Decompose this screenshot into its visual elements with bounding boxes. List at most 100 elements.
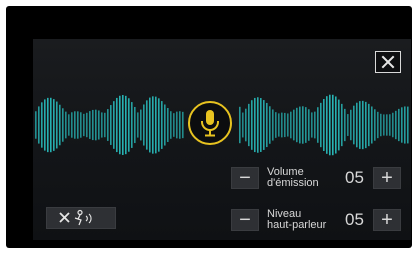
speaker-level-label-line2: haut-parleur [267,219,327,231]
mute-speaking-icon [59,209,92,226]
transmit-volume-increase-button[interactable]: + [373,167,401,189]
waveform-bar [260,98,262,152]
waveform-bar [320,102,322,148]
waveform-bar [122,95,124,155]
waveform-bar [71,112,73,138]
waveform-bar [275,112,277,138]
waveform-bar [125,95,127,155]
speaker-level-decrease-button[interactable]: − [231,209,259,231]
waveform-bar [89,111,91,139]
waveform-bar [401,107,403,143]
waveform-bar [362,100,364,150]
waveform-bar [62,108,64,142]
waveform-bar [182,111,184,139]
waveform-bar [56,101,58,149]
waveform-bar [314,111,316,139]
waveform-bar [269,106,271,144]
mute-voice-button[interactable] [46,207,116,229]
waveform-bar [128,98,130,152]
close-button[interactable] [375,51,401,73]
waveform-bar [296,107,298,143]
waveform-bar [248,103,250,147]
waveform-bar [302,106,304,144]
waveform-bar [398,108,400,142]
waveform-bar [317,107,319,143]
waveform-bar [53,99,55,151]
waveform-bar [374,109,376,141]
waveform-bar [134,106,136,144]
waveform-bar [293,109,295,141]
waveform-bar [272,109,274,141]
waveform-bar [356,102,358,148]
waveform-bar [65,111,67,139]
waveform-bar [341,103,343,147]
waveform-bar [86,112,88,138]
waveform-bar [152,96,154,154]
waveform-bar [365,101,367,149]
waveform-bar [137,112,139,138]
waveform-bar [332,94,334,156]
waveform-bar [290,111,292,139]
waveform-bar [407,106,409,144]
waveform-bar [395,110,397,140]
waveform-bar [311,112,313,138]
close-icon [381,55,395,69]
waveform-bar [167,108,169,142]
waveform-bar [245,108,247,142]
waveform-bar [371,106,373,144]
waveform-bar [47,97,49,153]
waveform-bar [176,111,178,139]
waveform-bar [41,102,43,148]
waveform-bar [140,109,142,141]
device-screen: − Volume d'émission 05 + − Niveau haut-p… [6,6,412,248]
waveform-bar [281,112,283,138]
voice-call-panel: − Volume d'émission 05 + − Niveau haut-p… [33,39,411,240]
waveform-bar [344,108,346,142]
waveform-bar [266,102,268,148]
waveform-bar [155,96,157,154]
waveform-bar [104,112,106,138]
waveform-bar [254,97,256,153]
waveform-bar [116,97,118,153]
waveform-bar [149,97,151,153]
waveform-bar [242,112,244,138]
waveform-bar [92,109,94,141]
waveform-bar [158,98,160,152]
waveform-bar [284,112,286,138]
waveform-bar [263,100,265,150]
transmit-volume-decrease-button[interactable]: − [231,167,259,189]
waveform-bar [161,101,163,149]
waveform-bar [143,104,145,146]
waveform-bar [278,113,280,137]
waveform-bar [287,113,289,137]
microphone-icon [201,110,219,137]
waveform-bar [110,105,112,145]
waveform-bar [347,114,349,136]
waveform-bar [35,111,37,139]
waveform-bar [308,109,310,141]
waveform-bar [257,97,259,153]
waveform-bar [44,99,46,151]
waveform-bar [329,94,331,156]
waveform-bar [59,104,61,146]
waveform-bar [170,111,172,139]
waveform-bar [146,100,148,150]
transmit-volume-label: Volume d'émission [267,167,343,189]
waveform-bar [50,97,52,153]
waveform-bar [95,109,97,141]
waveform-bar [338,99,340,151]
waveform-bar [404,106,406,144]
waveform-bar [326,96,328,154]
microphone-button[interactable] [188,101,232,145]
waveform-bar [386,114,388,136]
waveform-bar [368,103,370,147]
waveform-bar [335,96,337,154]
waveform-bar [389,114,391,136]
transmit-volume-row: − Volume d'émission 05 + [231,163,401,193]
waveform-bar [101,112,103,138]
waveform-bar [251,100,253,150]
speaker-level-increase-button[interactable]: + [373,209,401,231]
waveform-bar [173,113,175,137]
waveform-bar [359,101,361,149]
speaker-level-value: 05 [345,210,364,229]
